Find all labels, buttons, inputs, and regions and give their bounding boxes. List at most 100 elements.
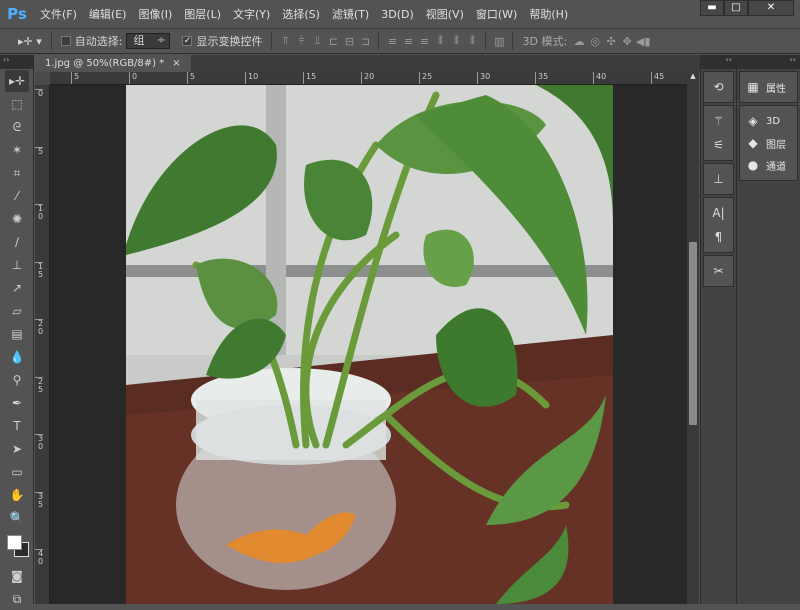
auto-align-icon[interactable]: ▥	[491, 35, 507, 48]
brush-presets-icon[interactable]: ⚚	[704, 109, 733, 133]
distribute-vcenter-icon[interactable]: ≡	[400, 35, 416, 48]
collapse-icon[interactable]: ‹‹	[737, 55, 800, 69]
menu-edit[interactable]: 编辑(E)	[83, 6, 133, 22]
layers-panel-button[interactable]: ◆图层	[740, 132, 797, 154]
ruler-label: 45	[651, 72, 664, 85]
color-swatches[interactable]	[0, 530, 33, 564]
crop-tool-icon[interactable]: ⌗	[5, 162, 29, 184]
rectangle-tool-icon[interactable]: ▭	[5, 461, 29, 483]
maximize-button[interactable]: □	[724, 0, 748, 16]
stamp-tool-icon[interactable]: ⊥	[5, 254, 29, 276]
gradient-tool-icon[interactable]: ▤	[5, 323, 29, 345]
vertical-ruler[interactable]: 0510152025303540	[35, 72, 50, 604]
dodge-tool-icon[interactable]: ⚲	[5, 369, 29, 391]
menu-help[interactable]: 帮助(H)	[523, 6, 574, 22]
type-tool-icon[interactable]: T	[5, 415, 29, 437]
eraser-tool-icon[interactable]: ▱	[5, 300, 29, 322]
eyedropper-tool-icon[interactable]: ⁄	[5, 185, 29, 207]
auto-select-checkbox[interactable]	[61, 36, 71, 46]
auto-select-dropdown[interactable]: 组	[126, 33, 170, 49]
show-transform-checkbox[interactable]: ✓	[182, 36, 192, 46]
hand-tool-icon[interactable]: ✋	[5, 484, 29, 506]
scroll-up-icon[interactable]: ▲	[687, 72, 699, 80]
menu-view[interactable]: 视图(V)	[420, 6, 470, 22]
layers-icon: ◆	[746, 136, 760, 150]
close-button[interactable]: ✕	[748, 0, 794, 16]
document-tab-bar: 1.jpg @ 50%(RGB/8#) * ×	[35, 55, 700, 72]
marquee-tool-icon[interactable]: ⬚	[5, 93, 29, 115]
menu-file[interactable]: 文件(F)	[34, 6, 83, 22]
channels-panel-button[interactable]: ●通道	[740, 154, 797, 176]
clone-source-icon[interactable]: ⊥	[704, 167, 733, 191]
history-brush-tool-icon[interactable]: ↗	[5, 277, 29, 299]
blur-tool-icon[interactable]: 💧	[5, 346, 29, 368]
align-top-icon[interactable]: ⫪	[277, 34, 293, 48]
align-bottom-icon[interactable]: ⫫	[309, 34, 325, 48]
close-document-icon[interactable]: ×	[172, 55, 180, 72]
menu-bar: Ps 文件(F) 编辑(E) 图像(I) 图层(L) 文字(Y) 选择(S) 滤…	[0, 0, 800, 28]
minimize-button[interactable]: ▬	[700, 0, 724, 16]
photoshop-logo: Ps	[0, 5, 34, 23]
document-tab[interactable]: 1.jpg @ 50%(RGB/8#) * ×	[35, 55, 191, 72]
plant-photo	[126, 85, 613, 604]
distribute-bottom-icon[interactable]: ≡	[416, 35, 432, 48]
menu-layer[interactable]: 图层(L)	[178, 6, 227, 22]
3d-roll-icon[interactable]: ◎	[587, 35, 603, 48]
magic-wand-tool-icon[interactable]: ✶	[5, 139, 29, 161]
ruler-label: 30	[477, 72, 490, 85]
3d-mode-label: 3D 模式:	[522, 33, 567, 49]
menu-3d[interactable]: 3D(D)	[375, 8, 420, 21]
tool-presets-icon[interactable]: ✂	[704, 259, 733, 283]
tool-preset-picker[interactable]: ▸✛ ▾	[18, 35, 42, 48]
document-canvas[interactable]	[50, 85, 687, 604]
foreground-color-swatch[interactable]	[7, 535, 22, 550]
3d-slide-icon[interactable]: ✥	[619, 35, 635, 48]
menu-image[interactable]: 图像(I)	[132, 6, 178, 22]
3d-panel-button[interactable]: ◈3D	[740, 110, 797, 132]
tools-panel: ›› ▸✛ ⬚ ᘓ ✶ ⌗ ⁄ ✺ ∕ ⊥ ↗ ▱ ▤ 💧 ⚲ ✒ T ➤ ▭ …	[0, 55, 34, 604]
3d-scale-icon[interactable]: ◀▮	[635, 35, 651, 48]
character-panel-icon[interactable]: A|	[704, 201, 733, 225]
history-panel-icon[interactable]: ⟲	[704, 75, 733, 99]
expand-icon[interactable]: ››	[0, 55, 33, 69]
ruler-label: 10	[35, 204, 43, 221]
distribute-top-icon[interactable]: ≡	[384, 35, 400, 48]
screen-mode-icon[interactable]: ⧉	[5, 588, 29, 610]
3d-rotate-icon[interactable]: ☁	[571, 35, 587, 48]
pen-tool-icon[interactable]: ✒	[5, 392, 29, 414]
menu-select[interactable]: 选择(S)	[276, 6, 326, 22]
brush-panel-icon[interactable]: ⚟	[704, 133, 733, 157]
properties-panel-button[interactable]: ▦属性	[740, 76, 797, 98]
vertical-scrollbar[interactable]: ▲	[687, 72, 699, 604]
ruler-label: 15	[303, 72, 316, 85]
ruler-origin[interactable]	[35, 72, 50, 85]
quick-mask-icon[interactable]: ◙	[5, 565, 29, 587]
move-tool-icon[interactable]: ▸✛	[5, 70, 29, 92]
collapse-icon[interactable]: ‹‹	[701, 55, 736, 69]
distribute-hcenter-icon[interactable]: ⫴	[448, 34, 464, 48]
ruler-label: 15	[35, 262, 43, 279]
align-left-icon[interactable]: ⊏	[325, 35, 341, 48]
ruler-label: 30	[35, 434, 43, 451]
3d-pan-icon[interactable]: ✣	[603, 35, 619, 48]
options-bar: ▸✛ ▾ 自动选择: 组 ✓显示变换控件 ⫪⫩⫫ ⊏⊟⊐ ≡≡≡ ⫴⫴⫴ ▥ 3…	[0, 28, 800, 54]
zoom-tool-icon[interactable]: 🔍	[5, 507, 29, 529]
menu-type[interactable]: 文字(Y)	[227, 6, 276, 22]
distribute-right-icon[interactable]: ⫴	[464, 34, 480, 48]
healing-brush-tool-icon[interactable]: ✺	[5, 208, 29, 230]
lasso-tool-icon[interactable]: ᘓ	[5, 116, 29, 138]
ruler-label: 20	[361, 72, 374, 85]
paragraph-panel-icon[interactable]: ¶	[704, 225, 733, 249]
align-hcenter-icon[interactable]: ⊟	[341, 35, 357, 48]
horizontal-ruler[interactable]: 5051015202530354045	[50, 72, 687, 85]
align-right-icon[interactable]: ⊐	[357, 35, 373, 48]
distribute-left-icon[interactable]: ⫴	[432, 34, 448, 48]
menu-filter[interactable]: 滤镜(T)	[326, 6, 375, 22]
menu-window[interactable]: 窗口(W)	[470, 6, 523, 22]
brush-tool-icon[interactable]: ∕	[5, 231, 29, 253]
align-vcenter-icon[interactable]: ⫩	[293, 34, 309, 48]
properties-icon: ▦	[746, 80, 760, 94]
scrollbar-thumb[interactable]	[689, 242, 697, 425]
path-select-tool-icon[interactable]: ➤	[5, 438, 29, 460]
auto-select-label: 自动选择:	[75, 33, 123, 49]
